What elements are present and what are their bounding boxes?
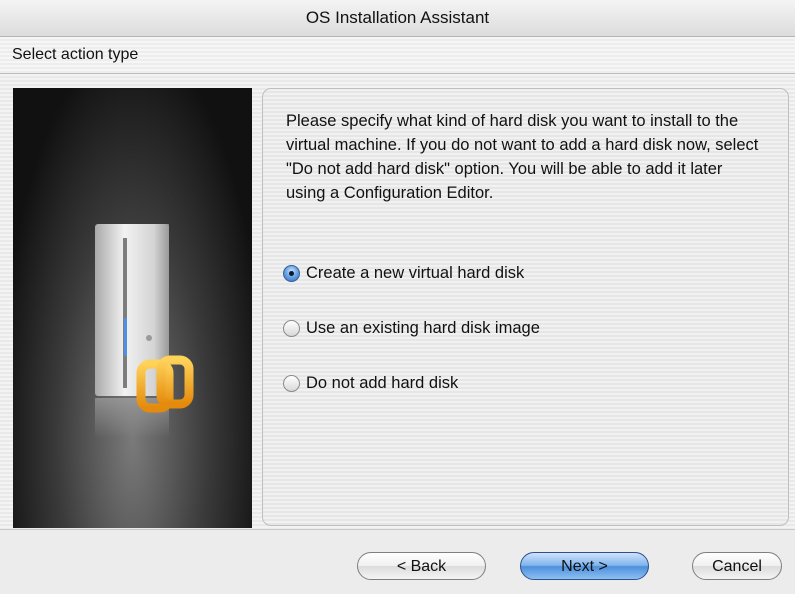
radio-button-selected[interactable]	[283, 264, 300, 282]
option-label[interactable]: Create a new virtual hard disk	[306, 264, 524, 283]
back-button[interactable]: < Back	[357, 552, 486, 580]
option-use-existing-disk[interactable]: Use an existing hard disk image	[283, 316, 540, 340]
cancel-button[interactable]: Cancel	[692, 552, 782, 580]
section-header: Select action type	[0, 37, 795, 74]
server-tower-icon	[95, 224, 194, 438]
server-illustration	[13, 88, 252, 528]
section-title: Select action type	[12, 46, 139, 63]
options-panel: Please specify what kind of hard disk yo…	[262, 88, 789, 526]
option-create-new-disk[interactable]: Create a new virtual hard disk	[283, 261, 524, 285]
option-no-disk[interactable]: Do not add hard disk	[283, 371, 458, 395]
radio-button[interactable]	[283, 319, 300, 337]
next-button[interactable]: Next >	[520, 552, 649, 580]
option-label[interactable]: Do not add hard disk	[306, 374, 458, 393]
option-label[interactable]: Use an existing hard disk image	[306, 319, 540, 338]
button-bar: < Back Next > Cancel	[0, 529, 795, 594]
window-title: OS Installation Assistant	[305, 8, 490, 27]
window-titlebar[interactable]: OS Installation Assistant	[0, 0, 795, 37]
radio-button[interactable]	[283, 374, 300, 392]
panel-description: Please specify what kind of hard disk yo…	[286, 112, 759, 202]
